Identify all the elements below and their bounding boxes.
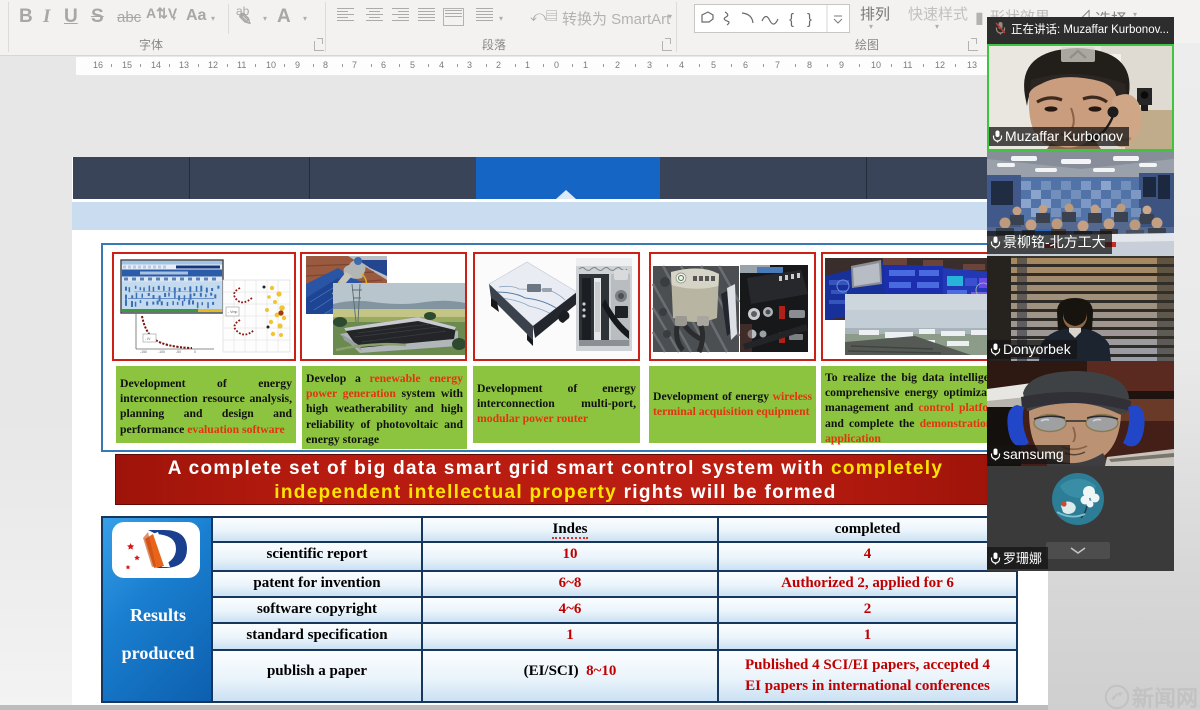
svg-text:-150: -150 — [140, 350, 147, 354]
svg-text:-50: -50 — [176, 350, 181, 354]
svg-text:- IV: - IV — [145, 337, 151, 341]
svg-text:0: 0 — [194, 350, 196, 354]
svg-text:- Vmp: - Vmp — [228, 310, 237, 314]
svg-text:-100: -100 — [158, 350, 165, 354]
svg-text:{: { — [789, 11, 794, 28]
svg-text:}: } — [807, 11, 812, 28]
